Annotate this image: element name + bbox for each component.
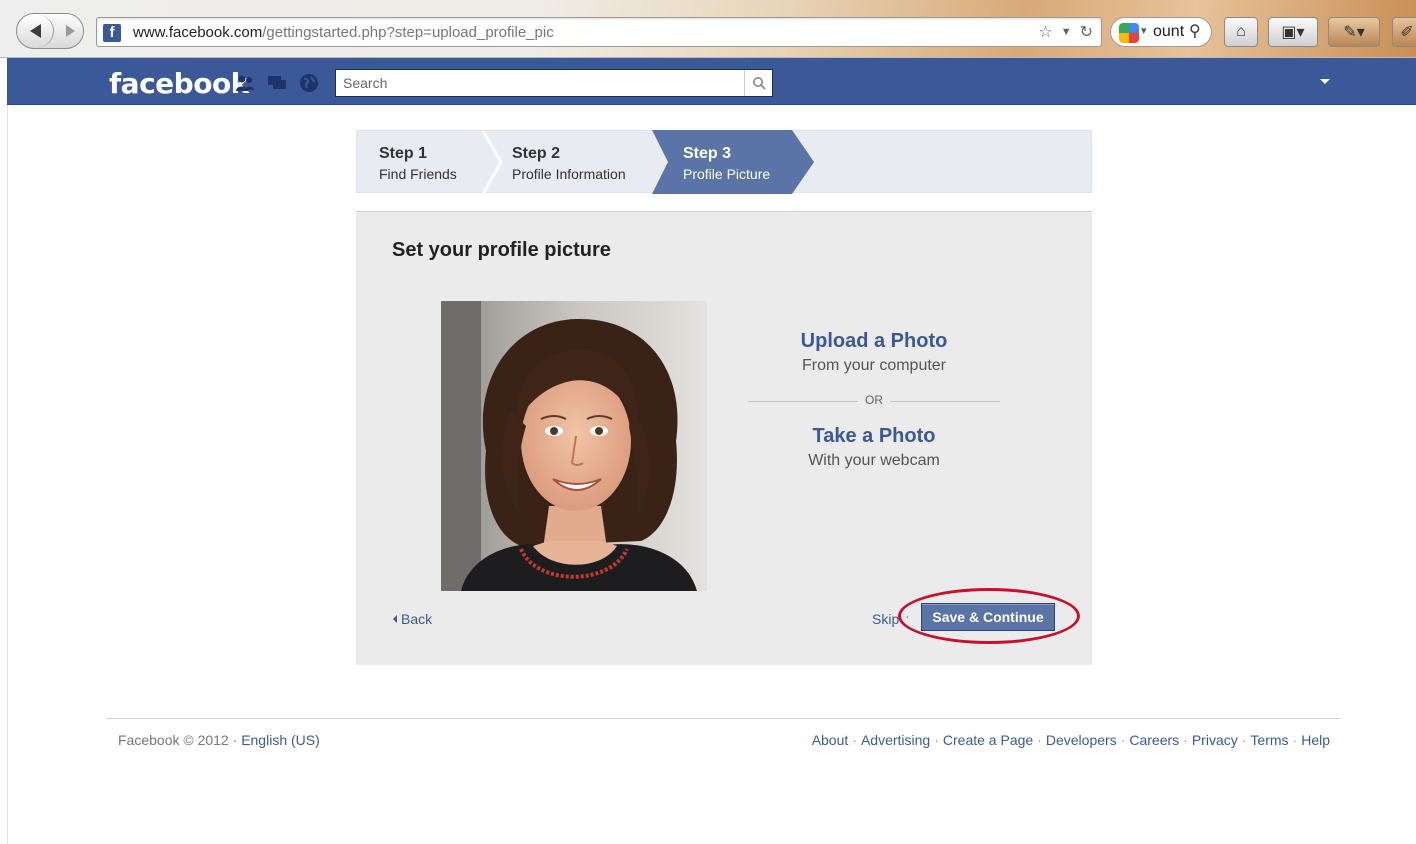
save-continue-button[interactable]: Save & Continue [921,603,1055,631]
upload-photo-subtitle: From your computer [801,357,947,374]
footer-left: Facebook © 2012 · English (US) [118,732,320,748]
google-logo-icon [1119,23,1139,43]
back-label: Back [401,611,433,627]
footer-language-link[interactable]: English (US) [241,732,320,748]
browser-forward-button[interactable] [57,15,83,47]
photo-options: Upload a Photo From your computer OR Tak… [748,330,1000,470]
profile-photo [441,301,707,591]
forward-arrow-icon [65,25,75,37]
browser-search-icon[interactable]: ⚲ [1189,21,1201,41]
step-3: Step 3 Profile Picture [683,131,770,194]
footer-copyright: Facebook © 2012 [118,732,229,748]
bookmarks-button[interactable]: ▣▾ [1268,17,1318,47]
browser-back-button[interactable] [18,15,54,47]
step-2: Step 2 Profile Information [512,131,626,194]
browser-search-text: ount [1153,23,1185,40]
or-divider: OR [748,391,1000,411]
footer-sep: · [934,732,939,748]
panel-title: Set your profile picture [392,239,611,261]
step-3-title: Step 3 [683,145,732,162]
step-divider [481,131,503,194]
dropdown-arrow-icon[interactable]: ▼ [1061,26,1072,38]
facebook-search-button[interactable] [744,70,772,96]
facebook-header: facebook [7,58,1416,105]
footer-links: About · Advertising · Create a Page · Develope… [812,732,1330,748]
footer-link-advertising[interactable]: Advertising [861,732,930,748]
footer-link-careers[interactable]: Careers [1129,732,1179,748]
take-photo-subtitle: With your webcam [808,452,940,469]
url-domain: www.facebook.com [133,24,263,41]
friend-requests-icon[interactable] [235,73,255,93]
search-engine-caret-icon[interactable]: ▾ [1141,24,1147,37]
footer-sep: · [1241,732,1247,748]
back-arrow-icon [30,24,41,38]
browser-toolbar: f www.facebook.com/gettingstarted.php?st… [0,0,1416,58]
footer-link-about[interactable]: About [812,732,849,748]
facebook-search-input[interactable] [336,70,736,96]
footer-link-developers[interactable]: Developers [1046,732,1117,748]
url-path: /gettingstarted.php?step=upload_profile_… [262,24,554,41]
step-1-title: Step 1 [379,145,428,162]
step-3-subtitle: Profile Picture [683,166,771,182]
back-link[interactable]: Back [393,611,432,627]
footer-link-help[interactable]: Help [1301,732,1330,748]
skip-link[interactable]: Skip [872,611,899,627]
url-text: www.facebook.com/gettingstarted.php?step… [133,24,554,41]
facebook-logo[interactable]: facebook [109,67,249,100]
search-icon [752,77,766,90]
step-2-subtitle: Profile Information [512,166,626,182]
upload-photo-link[interactable]: Upload a Photo [748,330,1000,353]
step-1-subtitle: Find Friends [379,166,457,182]
footer-sep: · [1037,732,1042,748]
addon-icon: ✎▾ [1343,24,1365,41]
back-triangle-icon [393,615,397,623]
or-label: OR [865,393,883,407]
bookmark-star-icon[interactable]: ☆ [1038,22,1052,42]
footer-sep: · [1183,732,1188,748]
footer-sep: · [1120,732,1126,748]
profile-picture-panel: Set your profile picture Upload a Photo … [356,211,1092,665]
footer-link-terms[interactable]: Terms [1250,732,1288,748]
footer-sep: · [1292,732,1298,748]
facebook-search-box [335,69,773,97]
or-line-right [890,401,1000,402]
skip-separator: · [905,608,910,624]
step-2-title: Step 2 [512,145,561,162]
pencil-icon: ✐ [1400,24,1414,41]
notifications-globe-icon[interactable] [299,73,319,93]
home-icon: ⌂ [1236,23,1246,40]
step-1: Step 1 Find Friends [379,131,457,194]
bookmarks-icon: ▣▾ [1281,24,1305,41]
footer-sep: · [852,732,857,748]
reload-icon[interactable]: ↻ [1080,22,1093,42]
take-photo-link[interactable]: Take a Photo [748,425,1000,448]
addon-button[interactable]: ✎▾ [1328,17,1380,47]
page-edge [7,105,8,844]
nav-buttons [16,13,84,49]
pencil-button[interactable]: ✐ [1392,17,1416,47]
footer-link-privacy[interactable]: Privacy [1192,732,1238,748]
facebook-favicon-icon: f [103,24,121,42]
footer-link-create-page[interactable]: Create a Page [943,732,1033,748]
address-bar[interactable]: f www.facebook.com/gettingstarted.php?st… [96,17,1102,47]
messages-icon[interactable] [267,73,287,93]
home-button[interactable]: ⌂ [1224,17,1258,47]
url-bar-icons: ☆ ▼ ↻ [1038,22,1093,42]
browser-search-box[interactable]: ▾ ount ⚲ [1110,17,1212,47]
footer-divider [107,718,1340,719]
account-menu-caret-icon[interactable] [1320,79,1330,84]
onboarding-steps: Step 1 Find Friends Step 2 Profile Infor… [356,130,1092,194]
